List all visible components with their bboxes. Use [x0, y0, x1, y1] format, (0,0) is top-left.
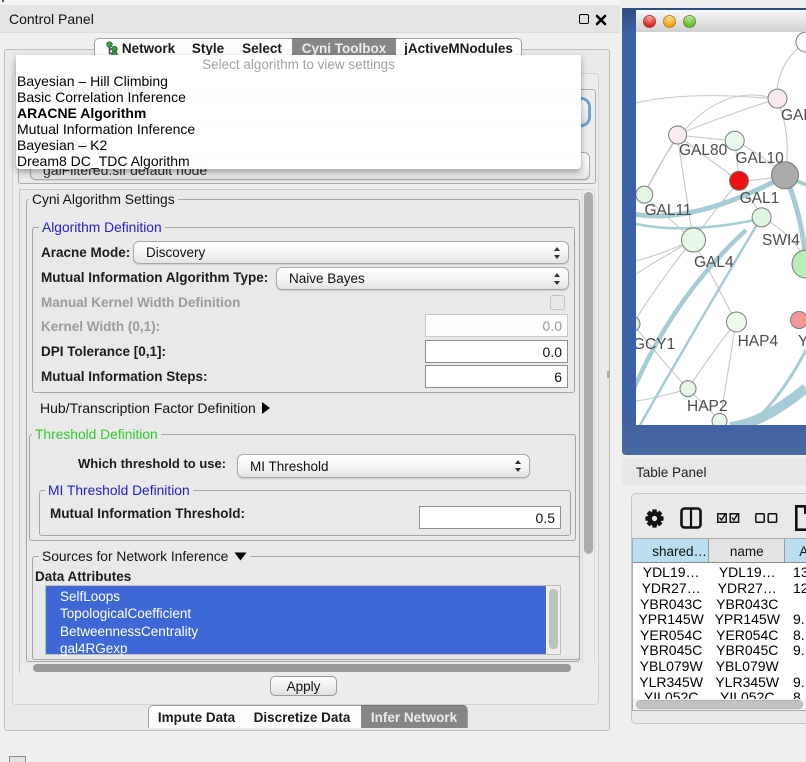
svg-text:HAP2: HAP2	[687, 398, 728, 415]
svg-text:GAL4: GAL4	[694, 254, 734, 271]
svg-text:YJ: YJ	[798, 333, 806, 350]
svg-text:GAL10: GAL10	[736, 150, 785, 167]
svg-text:GAL7: GAL7	[781, 107, 806, 124]
svg-text:GAL1: GAL1	[740, 190, 780, 207]
svg-text:GCY1: GCY1	[636, 336, 675, 353]
svg-text:GAL80: GAL80	[679, 142, 728, 159]
svg-text:SWI4: SWI4	[762, 232, 800, 249]
svg-text:GAL11: GAL11	[645, 202, 692, 219]
svg-text:HAP4: HAP4	[738, 333, 779, 350]
